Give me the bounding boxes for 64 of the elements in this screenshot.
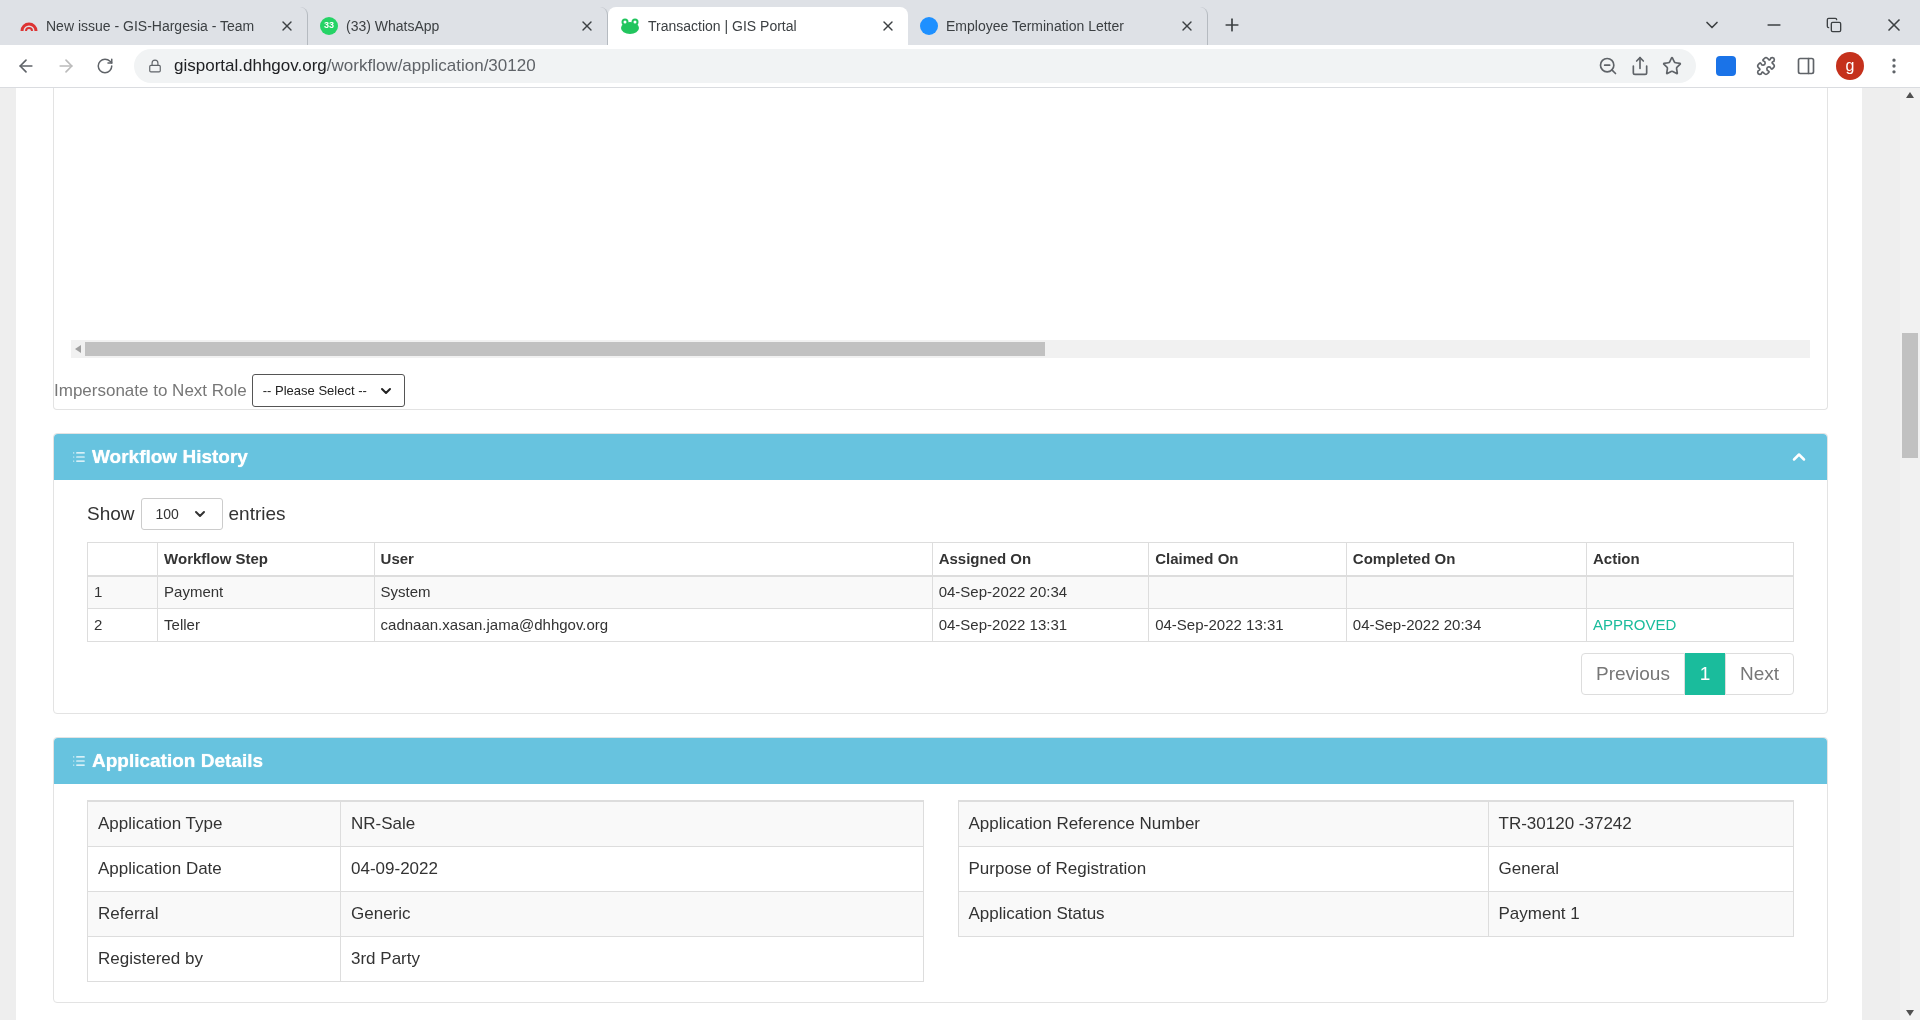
show-label: Show	[87, 501, 135, 526]
field-label: Purpose of Registration	[958, 846, 1488, 891]
tab-title: Employee Termination Letter	[946, 17, 1124, 34]
tab-title: New issue - GIS-Hargesia - Team	[46, 17, 255, 34]
panel-title: Application Details	[92, 748, 264, 773]
next-button[interactable]: Next	[1724, 653, 1794, 695]
field-label: Registered by	[87, 936, 341, 981]
reload-icon[interactable]	[96, 57, 114, 75]
role-select[interactable]: -- Please Select --	[251, 374, 405, 407]
field-value: 04-09-2022	[340, 846, 923, 891]
field-value: General	[1488, 846, 1794, 891]
field-value: 3rd Party	[340, 936, 923, 981]
profile-avatar[interactable]: g	[1836, 52, 1864, 80]
frog-icon	[620, 17, 640, 35]
table-cell: 04-Sep-2022 13:31	[932, 608, 1149, 642]
lock-icon	[148, 59, 162, 73]
column-header[interactable]: Action	[1586, 542, 1794, 576]
column-header[interactable]: Completed On	[1346, 542, 1587, 576]
extensions-icon[interactable]	[1756, 56, 1776, 76]
list-icon	[72, 754, 86, 768]
action-status: APPROVED	[1586, 608, 1794, 642]
table-cell: 1	[87, 575, 158, 609]
column-header[interactable]: User	[374, 542, 933, 576]
browser-tab[interactable]: Transaction | GIS Portal	[608, 7, 908, 45]
table-cell: Payment	[157, 575, 375, 609]
side-panel-icon[interactable]	[1796, 56, 1816, 76]
url-text: gisportal.dhhgov.org/workflow/application/30120	[174, 55, 536, 78]
field-value: Generic	[340, 891, 923, 936]
table-cell: Teller	[157, 608, 375, 642]
table-cell: System	[374, 575, 933, 609]
horizontal-scrollbar[interactable]	[71, 340, 1810, 358]
scrollbar-thumb[interactable]	[1902, 333, 1918, 458]
table-cell: 04-Sep-2022 20:34	[932, 575, 1149, 609]
table-cell: 2	[87, 608, 158, 642]
rainbow-icon	[20, 20, 38, 32]
previous-button[interactable]: Previous	[1581, 653, 1685, 695]
column-header[interactable]: Workflow Step	[157, 542, 375, 576]
chat-badge-icon: 33	[320, 17, 338, 35]
tab-title: Transaction | GIS Portal	[648, 17, 797, 34]
scroll-down-icon[interactable]	[1906, 1010, 1914, 1016]
list-icon	[72, 450, 86, 464]
address-bar[interactable]: gisportal.dhhgov.org/workflow/application/30120	[134, 49, 1696, 83]
panel-title: Workflow History	[92, 444, 248, 469]
field-label: Application Date	[87, 846, 341, 891]
field-value: Payment 1	[1488, 891, 1794, 936]
column-header[interactable]: Claimed On	[1148, 542, 1347, 576]
vertical-scrollbar[interactable]	[1900, 88, 1920, 1020]
impersonate-label: Impersonate to Next Role	[54, 379, 247, 402]
table-cell: 04-Sep-2022 20:34	[1346, 608, 1587, 642]
column-header[interactable]: Assigned On	[932, 542, 1149, 576]
scrollbar-thumb[interactable]	[85, 342, 1045, 356]
restore-icon[interactable]	[1826, 17, 1842, 33]
entries-label: entries	[228, 501, 286, 526]
table-cell: cadnaan.xasan.jama@dhhgov.org	[374, 608, 933, 642]
table-cell: 04-Sep-2022 13:31	[1148, 608, 1347, 642]
page-size-select[interactable]: 100	[140, 498, 223, 530]
share-icon[interactable]	[1630, 56, 1650, 76]
tab-title: (33) WhatsApp	[346, 17, 440, 34]
zoom-out-icon[interactable]	[1598, 56, 1618, 76]
bookmark-star-icon[interactable]	[1662, 56, 1682, 76]
extension-icon[interactable]	[1716, 56, 1736, 76]
field-label: Application Status	[958, 891, 1488, 936]
scroll-up-icon[interactable]	[1906, 92, 1914, 98]
field-label: Referral	[87, 891, 341, 936]
